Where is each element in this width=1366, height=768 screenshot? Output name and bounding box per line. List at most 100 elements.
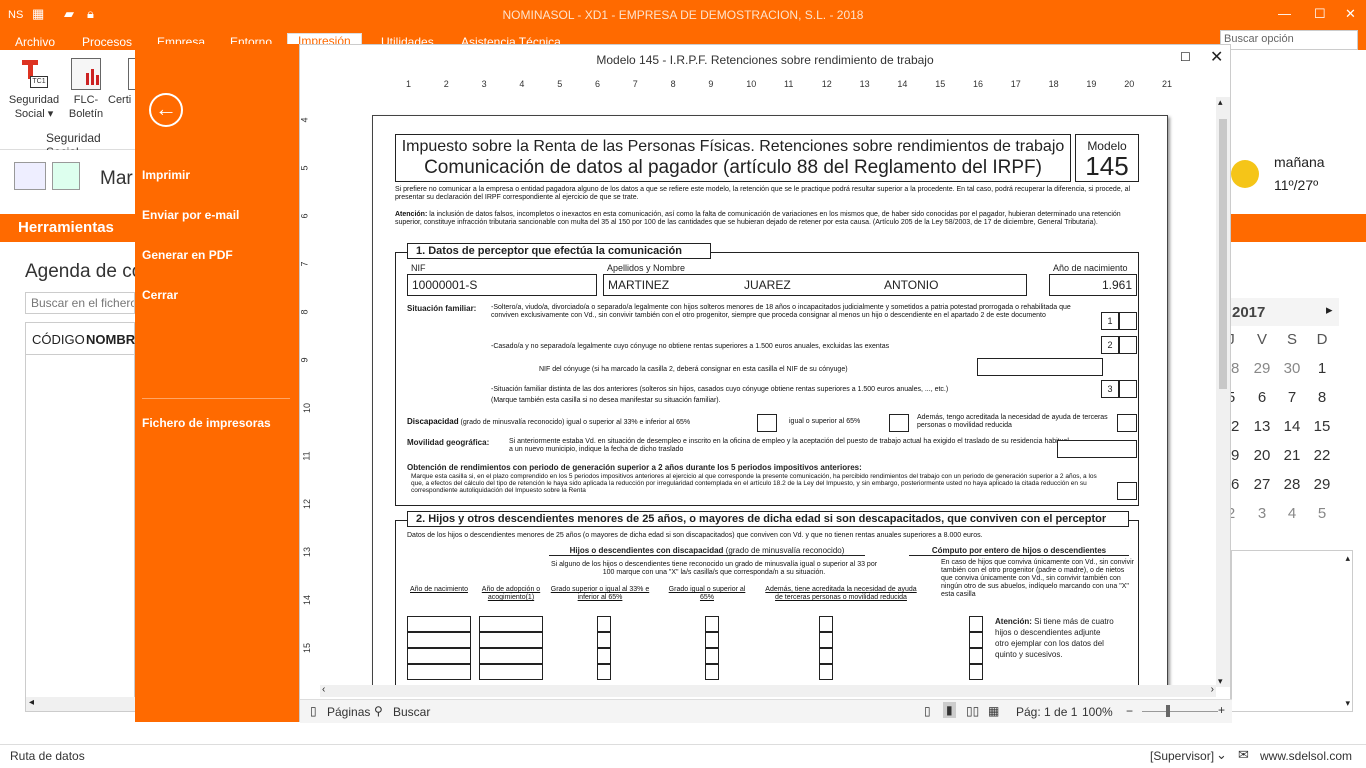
tab-procesos[interactable]: Procesos — [82, 35, 132, 49]
search-button[interactable]: Buscar — [393, 705, 430, 719]
single-page-icon[interactable]: ▯ — [924, 704, 931, 718]
print-menu-item[interactable]: Imprimir — [142, 168, 190, 182]
cal-day[interactable]: 14 — [1277, 418, 1307, 435]
checkbox-33[interactable] — [597, 632, 611, 648]
movilidad-date-field[interactable] — [1057, 440, 1137, 458]
flc-boletin-button[interactable]: FLC- Boletín — [66, 58, 106, 121]
child-birth-field[interactable] — [407, 664, 471, 680]
checkbox-33[interactable] — [597, 648, 611, 664]
cal-day[interactable]: 3 — [1247, 505, 1277, 522]
scroll-down-icon[interactable]: ▾ — [1345, 698, 1350, 709]
child-adopt-field[interactable] — [479, 648, 543, 664]
cal-day[interactable]: 28 — [1277, 476, 1307, 493]
cal-day[interactable]: 8 — [1307, 389, 1337, 406]
scroll-down-icon[interactable]: ▾ — [1218, 676, 1223, 687]
checkbox-33[interactable] — [597, 664, 611, 680]
col-codigo[interactable]: CÓDIGO — [32, 332, 85, 347]
checkbox-situacion-3[interactable] — [1119, 380, 1137, 398]
checkbox-33[interactable] — [597, 616, 611, 632]
email-menu-item[interactable]: Enviar por e-mail — [142, 208, 239, 222]
child-adopt-field[interactable] — [479, 616, 543, 632]
continuous-page-icon[interactable]: ▮ — [943, 702, 956, 718]
multi-pages-icon[interactable]: ▦ — [988, 704, 999, 718]
close-icon[interactable]: ✕ — [1210, 47, 1223, 67]
hscroll-left-arrow[interactable]: ◂ — [26, 697, 136, 711]
printers-menu-item[interactable]: Fichero de impresoras — [142, 416, 271, 430]
child-birth-field[interactable] — [407, 648, 471, 664]
cal-day[interactable]: 13 — [1247, 418, 1277, 435]
maximize-icon[interactable]: ☐ — [1180, 50, 1191, 64]
close-menu-item[interactable]: Cerrar — [142, 288, 178, 302]
dropdown-icon[interactable]: ⌄ — [1216, 747, 1227, 763]
birth-field[interactable]: 1.961 — [1049, 274, 1137, 296]
calendar-next-icon[interactable]: ▸ — [1326, 302, 1333, 318]
checkbox-situacion-2[interactable] — [1119, 336, 1137, 354]
cal-day[interactable]: 7 — [1277, 389, 1307, 406]
name-field[interactable]: MARTINEZ JUAREZ ANTONIO — [603, 274, 1027, 296]
zoom-slider-thumb[interactable] — [1166, 705, 1170, 717]
zoom-slider[interactable] — [1142, 711, 1218, 712]
checkbox-computo[interactable] — [969, 648, 983, 664]
search-option-input[interactable]: Buscar opción — [1220, 30, 1358, 50]
cal-day[interactable]: 20 — [1247, 447, 1277, 464]
scroll-up-icon[interactable]: ▴ — [1345, 553, 1350, 564]
checkbox-disc-65[interactable] — [889, 414, 909, 432]
website-link[interactable]: www.sdelsol.com — [1260, 749, 1352, 763]
checkbox-disc-ayuda[interactable] — [1117, 414, 1137, 432]
spreadsheet-icon[interactable] — [14, 162, 46, 190]
scroll-right-icon[interactable]: › — [1211, 684, 1214, 695]
back-arrow-icon[interactable]: ← — [149, 93, 183, 127]
cal-day[interactable]: 6 — [1247, 389, 1277, 406]
child-birth-field[interactable] — [407, 616, 471, 632]
cal-day[interactable]: 22 — [1307, 447, 1337, 464]
scroll-left-icon[interactable]: ‹ — [322, 684, 325, 695]
tab-archivo[interactable]: Archivo — [15, 35, 55, 49]
nif-conyuge-field[interactable] — [977, 358, 1103, 376]
cal-day[interactable]: 30 — [1277, 360, 1307, 377]
horizontal-scrollbar[interactable]: ‹ › — [320, 684, 1216, 697]
two-pages-icon[interactable]: ▯▯ — [966, 704, 979, 718]
checkbox-help[interactable] — [819, 664, 833, 680]
pages-icon[interactable]: ▯ — [310, 704, 317, 718]
child-birth-field[interactable] — [407, 632, 471, 648]
pages-button[interactable]: Páginas — [327, 705, 370, 719]
checkbox-65[interactable] — [705, 616, 719, 632]
zoom-in-icon[interactable]: + — [1218, 703, 1225, 717]
checkbox-obtencion[interactable] — [1117, 482, 1137, 500]
checkbox-help[interactable] — [819, 632, 833, 648]
checkbox-65[interactable] — [705, 664, 719, 680]
agenda-search-input[interactable]: Buscar en el fichero — [25, 292, 135, 314]
checkbox-computo[interactable] — [969, 632, 983, 648]
cal-day[interactable]: 29 — [1247, 360, 1277, 377]
checkbox-disc-33[interactable] — [757, 414, 777, 432]
child-adopt-field[interactable] — [479, 664, 543, 680]
checkbox-65[interactable] — [705, 632, 719, 648]
zoom-out-icon[interactable]: − — [1126, 704, 1133, 718]
cal-day[interactable]: 21 — [1277, 447, 1307, 464]
checkbox-computo[interactable] — [969, 616, 983, 632]
checkbox-help[interactable] — [819, 648, 833, 664]
pdf-menu-item[interactable]: Generar en PDF — [142, 248, 233, 262]
close-icon[interactable]: ✕ — [1345, 6, 1356, 22]
scroll-up-icon[interactable]: ▴ — [1218, 97, 1223, 108]
checkbox-65[interactable] — [705, 648, 719, 664]
checkbox-help[interactable] — [819, 616, 833, 632]
image-icon[interactable] — [52, 162, 80, 190]
certificado-button[interactable]: Certi — [108, 58, 135, 107]
checkbox-computo[interactable] — [969, 664, 983, 680]
cal-day[interactable]: 1 — [1307, 360, 1337, 377]
child-adopt-field[interactable] — [479, 632, 543, 648]
cal-day[interactable]: 29 — [1307, 476, 1337, 493]
nif-field[interactable]: 10000001-S — [407, 274, 597, 296]
cal-day[interactable]: 15 — [1307, 418, 1337, 435]
mail-icon[interactable]: ✉ — [1238, 747, 1249, 763]
vertical-scrollbar[interactable]: ▴ ▾ — [1216, 97, 1230, 687]
cal-day[interactable]: 4 — [1277, 505, 1307, 522]
cal-day[interactable]: 5 — [1307, 505, 1337, 522]
cal-day[interactable]: 27 — [1247, 476, 1277, 493]
maximize-icon[interactable]: ☐ — [1314, 6, 1326, 22]
binoculars-icon[interactable]: ⚲ — [374, 704, 383, 718]
seguridad-social-button[interactable]: TC1 Seguridad Social ▾ — [4, 58, 64, 121]
checkbox-situacion-1[interactable] — [1119, 312, 1137, 330]
minimize-icon[interactable]: — — [1278, 6, 1291, 21]
